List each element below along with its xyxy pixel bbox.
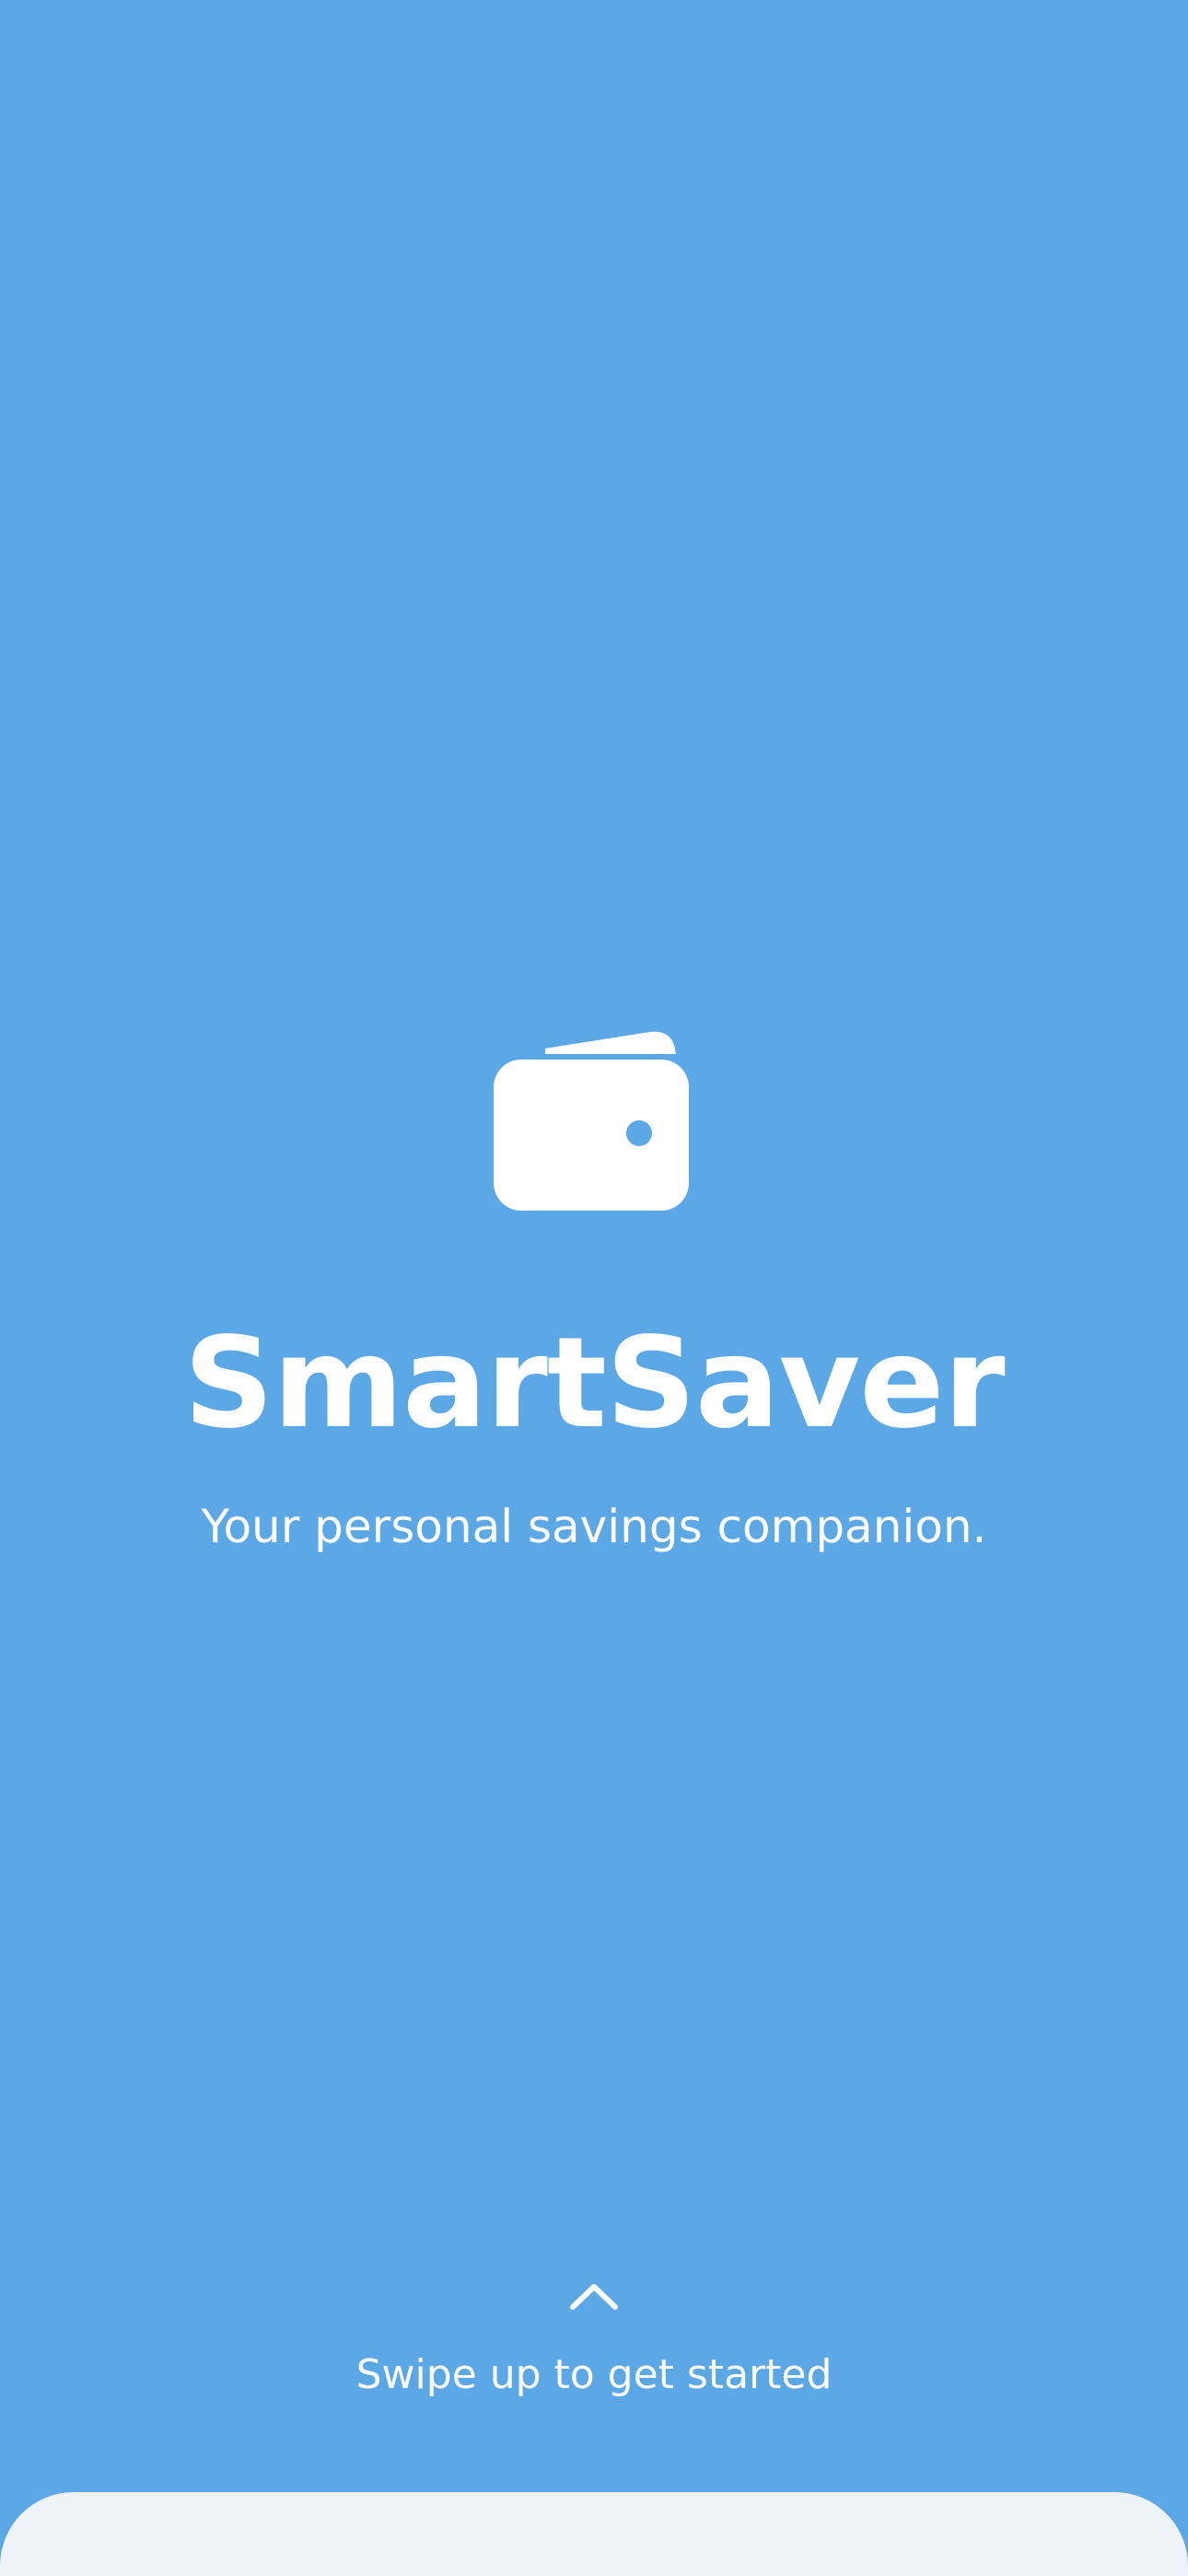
bottom-sheet[interactable] [0, 2492, 1188, 2576]
splash-screen: SmartSaver Your personal savings compani… [0, 0, 1188, 2576]
app-subtitle: Your personal savings companion. [201, 1500, 987, 1553]
hero-section: SmartSaver Your personal savings compani… [0, 1023, 1188, 1550]
wallet-icon [494, 1031, 689, 1211]
swipe-hint-text: Swipe up to get started [355, 2351, 833, 2398]
app-title: SmartSaver [183, 1311, 1005, 1457]
swipe-up-prompt[interactable]: Swipe up to get started [0, 2281, 1188, 2395]
chevron-up-icon [570, 2284, 618, 2310]
